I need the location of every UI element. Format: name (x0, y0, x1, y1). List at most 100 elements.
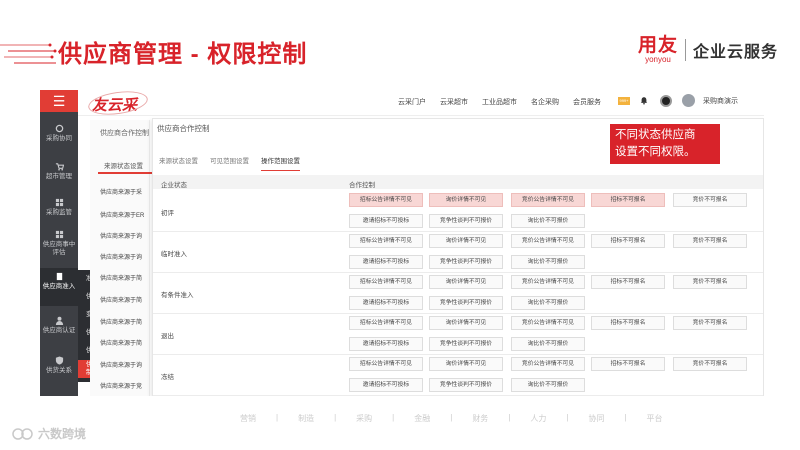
table-row: 冻结 招标公告详情不可见 询价详情不可见 竞价公告详情不可见 招标不可报名 竞价不可报名邀… (153, 355, 763, 396)
user-name[interactable]: 采购商演示 (703, 96, 738, 106)
background-row: 供应商来源于简 (100, 276, 143, 282)
nav-label: 采购协同 (46, 135, 72, 142)
book-icon (56, 272, 62, 281)
brand-cn: 用友 (637, 35, 678, 56)
top-nav-link[interactable]: 名企采购 (531, 97, 559, 107)
youyuncai-logo[interactable]: 友云采 (92, 94, 137, 115)
permission-toggle-on[interactable]: 招标公告详情不可见 (349, 193, 423, 207)
nav-item-admission[interactable]: 供应商准入 (40, 268, 78, 306)
panel-tabs: 来源状态设置 可见范围设置 操作范围设置 (159, 155, 312, 171)
permission-toggle[interactable]: 邀请招标不可投标 (349, 378, 423, 392)
permission-toggle[interactable]: 竞争性谈判不可报价 (429, 378, 503, 392)
watermark: 六数跨境 (12, 425, 86, 442)
nav-item-market-mgmt[interactable]: 超市管理 (40, 162, 78, 181)
permission-toggle[interactable]: 竞争性谈判不可报价 (429, 296, 503, 310)
table-row: 临时准入 招标公告详情不可见 询价详情不可见 竞价公告详情不可见 招标不可报名 竞价不可报… (153, 232, 763, 273)
permission-toggle[interactable]: 邀请招标不可投标 (349, 255, 423, 269)
decorative-lines (0, 43, 57, 64)
permission-toggle[interactable]: 招标公告详情不可见 (349, 316, 423, 330)
brand-service: 企业云服务 (692, 44, 778, 61)
top-nav-link[interactable]: 工业品超市 (482, 97, 517, 107)
permission-toggle[interactable]: 招标公告详情不可见 (349, 234, 423, 248)
tab-visible-scope[interactable]: 可见范围设置 (210, 155, 249, 171)
nav-item-evaluation[interactable]: 供应商事中评估 (40, 230, 78, 257)
footer-nav-item: 人力 (530, 414, 547, 423)
permission-toggle[interactable]: 竞价公告详情不可见 (511, 234, 585, 248)
nav-label: 供应商准入 (42, 283, 76, 290)
permission-toggle[interactable]: 竞价不可报名 (673, 193, 747, 207)
bell-icon[interactable] (640, 96, 648, 105)
permission-toggle[interactable]: 邀请招标不可投标 (349, 214, 423, 228)
permission-toggle[interactable]: 竞争性谈判不可报价 (429, 255, 503, 269)
permission-toggle-on[interactable]: 招标不可报名 (591, 193, 665, 207)
permission-toggle[interactable]: 询价详情不可见 (429, 357, 503, 371)
permission-toggle[interactable]: 招标公告详情不可见 (349, 357, 423, 371)
top-nav-link[interactable]: 会员服务 (573, 97, 601, 107)
background-row: 供应商来源于询 (100, 363, 143, 369)
permission-toggle[interactable]: 招标公告详情不可见 (349, 275, 423, 289)
permission-toggle[interactable]: 招标不可报名 (591, 234, 665, 248)
slide: 供应商管理 - 权限控制 用友 yonyou 企业云服务 ☰ 采购协同 超市管理… (0, 0, 800, 450)
footer-nav-item: 采购 (356, 414, 373, 423)
row-status: 有条件准入 (161, 292, 194, 299)
footer-nav-item: 协同 (588, 414, 605, 423)
hamburger-menu-icon[interactable]: ☰ (40, 90, 78, 112)
permission-toggle[interactable]: 招标不可报名 (591, 316, 665, 330)
background-row: 供应商来源于询 (100, 234, 143, 240)
tab-operation-scope[interactable]: 操作范围设置 (261, 155, 300, 171)
permission-toggle-on[interactable]: 询价详情不可见 (429, 193, 503, 207)
permission-toggle[interactable]: 竞价公告详情不可见 (511, 357, 585, 371)
permission-toggle[interactable]: 询价详情不可见 (429, 234, 503, 248)
permission-toggle[interactable]: 竞价不可报名 (673, 234, 747, 248)
tab-source-status[interactable]: 来源状态设置 (159, 155, 198, 171)
permission-toggle[interactable]: 竞价公告详情不可见 (511, 316, 585, 330)
table-row: 退出 招标公告详情不可见 询价详情不可见 竞价公告详情不可见 招标不可报名 竞价不可报名邀… (153, 314, 763, 355)
permission-toggle[interactable]: 竞争性谈判不可报价 (429, 214, 503, 228)
top-bar: 友云采 云采门户 云采超市 工业品超市 名企采购 会员服务 999+ 采购商演示 (78, 90, 764, 116)
permission-toggle[interactable]: 询比价不可报价 (511, 378, 585, 392)
footer-separator: | (624, 413, 627, 422)
permission-toggle[interactable]: 邀请招标不可投标 (349, 296, 423, 310)
permission-toggle[interactable]: 竞价不可报名 (673, 316, 747, 330)
footer-nav-item: 财务 (472, 414, 489, 423)
top-nav-link[interactable]: 云采超市 (440, 97, 468, 107)
nav-item-supply-relation[interactable]: 供货关系 (40, 356, 78, 375)
footer-separator: | (392, 413, 395, 422)
permission-toggle[interactable]: 询价详情不可见 (429, 316, 503, 330)
user-avatar-dark[interactable] (660, 94, 672, 107)
permission-toggle[interactable]: 询比价不可报价 (511, 337, 585, 351)
nav-item-certification[interactable]: 供应商认证 (40, 316, 78, 335)
permission-toggle[interactable]: 询比价不可报价 (511, 296, 585, 310)
user-avatar[interactable] (682, 94, 695, 107)
permission-toggle[interactable]: 招标不可报名 (591, 357, 665, 371)
nav-item-supervision[interactable]: 采购监管 (40, 198, 78, 217)
permission-toggle[interactable]: 招标不可报名 (591, 275, 665, 289)
background-row: 供应商来源于竞 (100, 384, 143, 390)
footer-separator: | (334, 413, 337, 422)
footer-separator: | (508, 413, 511, 422)
permission-toggle[interactable]: 竞价不可报名 (673, 275, 747, 289)
permission-toggle[interactable]: 竞价公告详情不可见 (511, 275, 585, 289)
notification-badge[interactable]: 999+ (618, 96, 630, 105)
permission-toggle[interactable]: 竞价不可报名 (673, 357, 747, 371)
table-row: 有条件准入 招标公告详情不可见 询价详情不可见 竞价公告详情不可见 招标不可报名 竞价不可… (153, 273, 763, 314)
footer-nav-item: 营销 (240, 414, 256, 423)
footer-nav: 营销 | 制造 | 采购 | 金融 | 财务 | 人力 | 协同 | 平台 (230, 413, 673, 424)
panel-title: 供应商合作控制 (157, 124, 210, 133)
permission-toggle[interactable]: 询价详情不可见 (429, 275, 503, 289)
footer-separator: | (566, 413, 569, 422)
permission-toggle[interactable]: 邀请招标不可投标 (349, 337, 423, 351)
permission-toggle[interactable]: 竞争性谈判不可报价 (429, 337, 503, 351)
background-tab[interactable]: 来源状态设置 (98, 152, 152, 174)
permission-toggle-on[interactable]: 竞价公告详情不可见 (511, 193, 585, 207)
row-status: 初评 (161, 210, 174, 217)
top-nav-link[interactable]: 云采门户 (398, 97, 426, 107)
permission-toggle[interactable]: 询比价不可报价 (511, 255, 585, 269)
nav-label: 供应商事中评估 (42, 241, 76, 256)
permission-toggle[interactable]: 询比价不可报价 (511, 214, 585, 228)
nav-item-purchase-collab[interactable]: 采购协同 (40, 124, 78, 143)
watermark-logo-icon (12, 427, 33, 440)
top-right-tools: 999+ 采购商演示 (618, 94, 738, 107)
footer-nav-item: 制造 (298, 414, 315, 423)
watermark-text: 六数跨境 (38, 427, 87, 441)
